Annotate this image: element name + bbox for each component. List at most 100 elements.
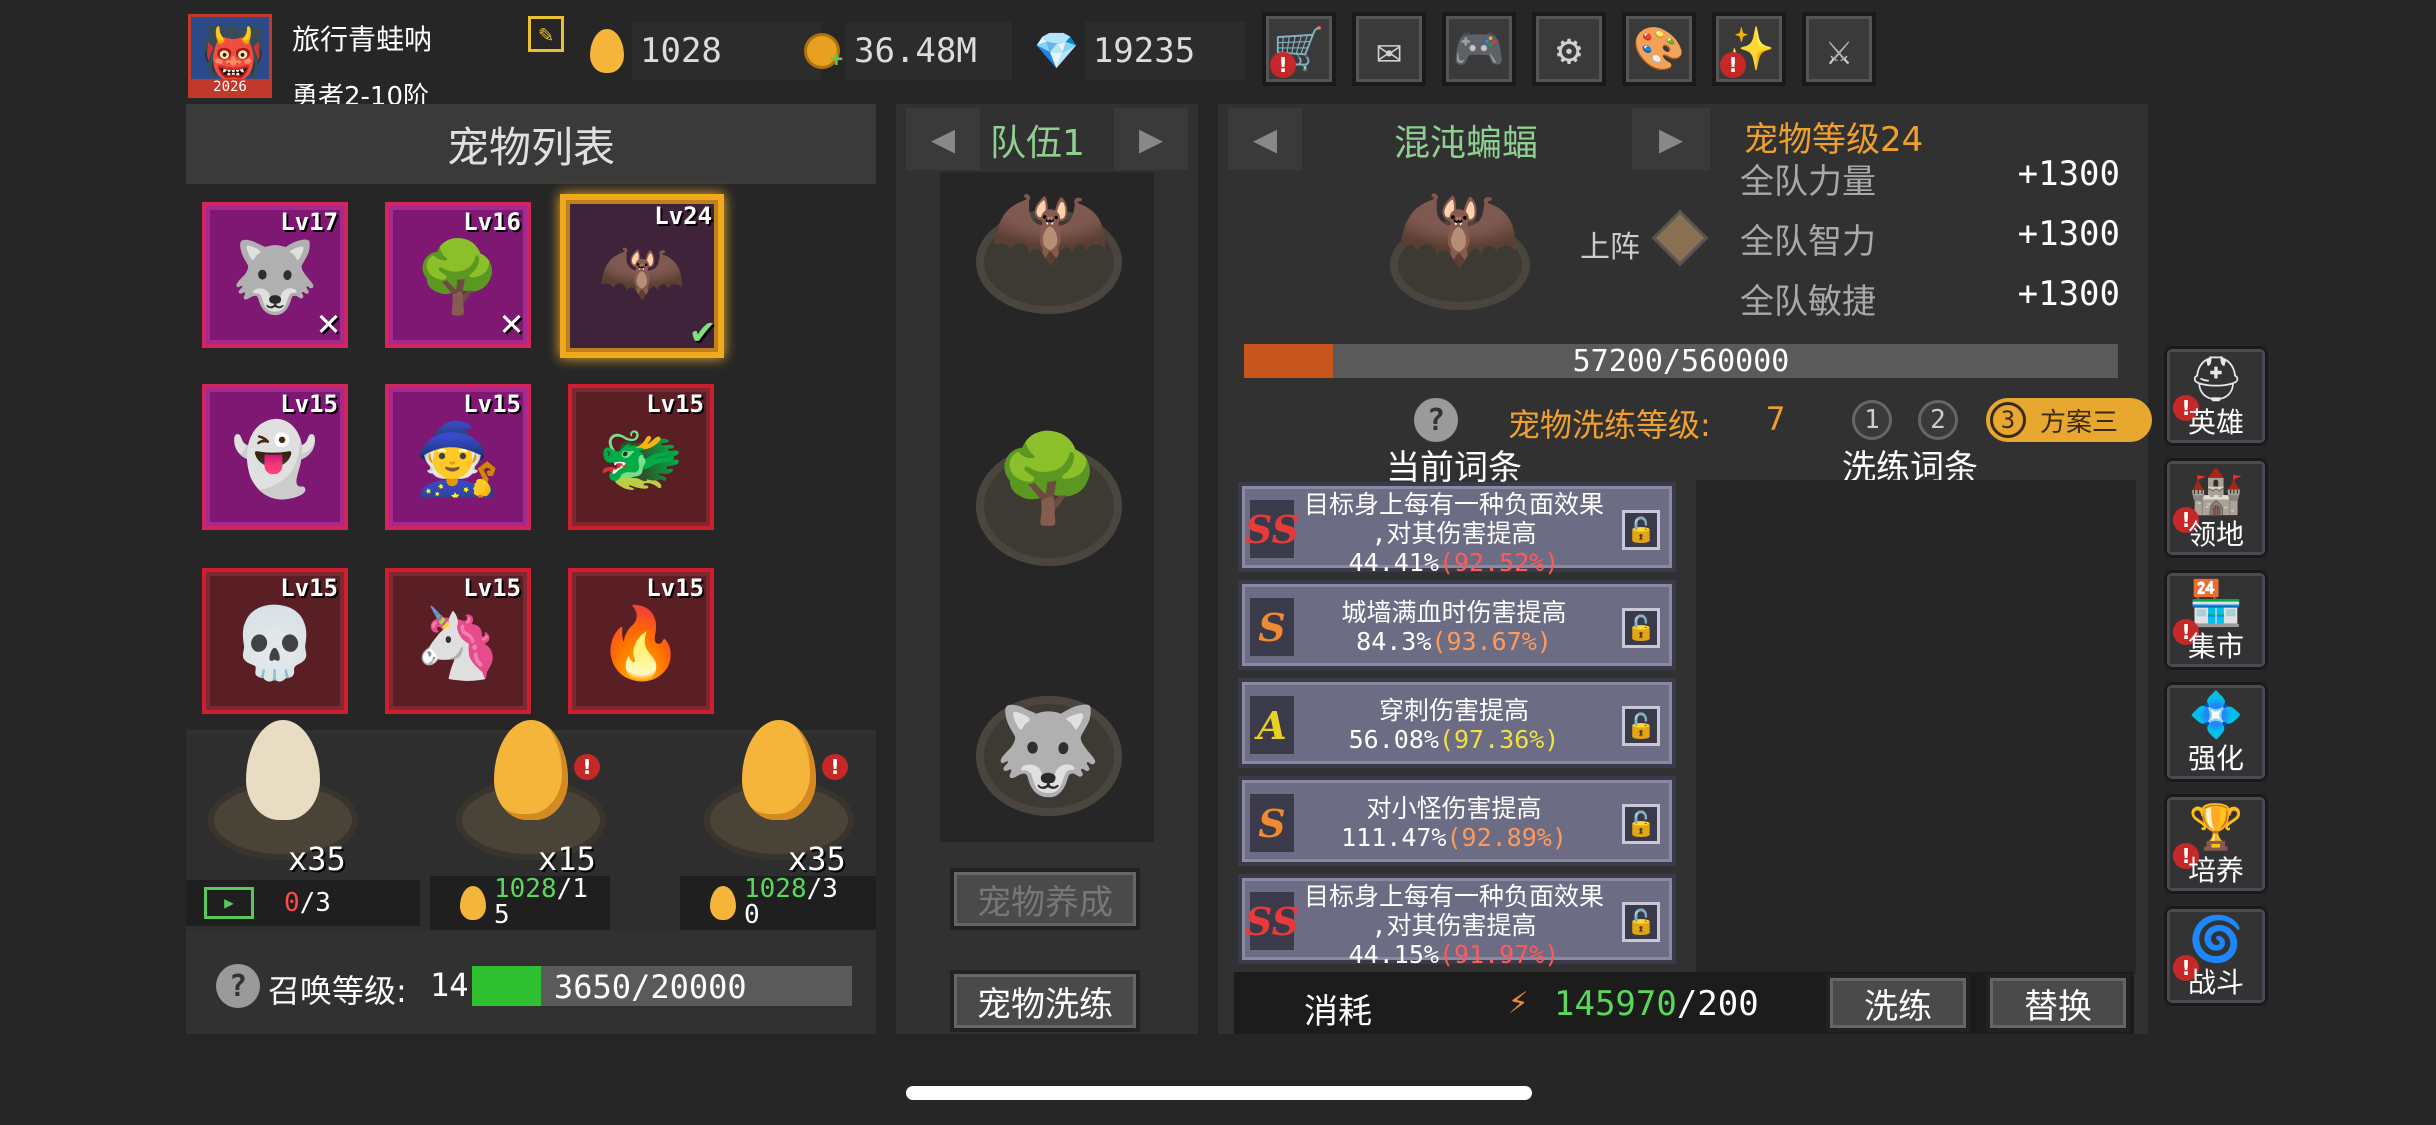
plan-3-button[interactable]: 3 方案三 xyxy=(1986,398,2152,442)
pet-card[interactable]: Lv15 🧙 xyxy=(385,384,531,530)
trait-percent: (93.67%) xyxy=(1431,627,1552,656)
trait-row: S 城墙满血时伤害提高 84.3%(93.67%) 🔓 xyxy=(1238,580,1676,670)
egg-summon-cost-2[interactable]: 1028/30 xyxy=(680,876,876,930)
ad-used: 0 xyxy=(284,888,300,918)
top-menu: 🛒! ✉ 🎮 ⚙ 🎨 ✨! ⚔ xyxy=(1262,12,1876,86)
pet-xp-text: 57200/560000 xyxy=(1572,344,1790,379)
unlock-icon[interactable]: 🔓 xyxy=(1622,902,1660,942)
pet-card[interactable]: Lv15 🔥 xyxy=(568,568,714,714)
stat-value: +1300 xyxy=(2017,274,2120,314)
pet-train-label: 宠物养成 xyxy=(977,882,1113,923)
pet-level: Lv24 xyxy=(654,202,712,230)
color-wheel-icon[interactable]: 🎨 xyxy=(1622,12,1696,86)
summon-help-icon[interactable]: ? xyxy=(216,964,260,1008)
gem-count: 19235 xyxy=(1084,22,1245,80)
gold-count: 36.48M xyxy=(846,22,1012,80)
home-indicator[interactable] xyxy=(906,1086,1532,1100)
refine-stone-icon: ⚡ xyxy=(1508,982,1529,1022)
summon-level-label: 召唤等级: xyxy=(268,972,407,1010)
golden-egg-icon xyxy=(742,720,816,820)
gargoyle-pet-icon: 🐲 xyxy=(597,418,685,500)
nav-enhance-button[interactable]: 💠 强化 xyxy=(2164,682,2268,782)
nav-hero-button[interactable]: ⛑! 英雄 xyxy=(2164,346,2268,446)
nav-cultivate-button[interactable]: 🏆! 培养 xyxy=(2164,794,2268,894)
pet-status-mark: ✔ xyxy=(691,308,714,352)
sword-icon[interactable]: ⚔ xyxy=(1802,12,1876,86)
gamepad-icon[interactable]: 🎮 xyxy=(1442,12,1516,86)
pet-card[interactable]: Lv15 💀 xyxy=(202,568,348,714)
team-label: 队伍1 xyxy=(990,123,1085,164)
refine-help-icon[interactable]: ? xyxy=(1414,398,1458,442)
replace-button[interactable]: 替换 xyxy=(1986,974,2130,1032)
plan-2-button[interactable]: 2 xyxy=(1918,400,1958,440)
fireworks-icon[interactable]: ✨! xyxy=(1712,12,1786,86)
stat-row: 全队力量 +1300 xyxy=(1740,154,2120,202)
team-prev-button[interactable]: ◀ xyxy=(906,108,980,170)
unlock-icon[interactable]: 🔓 xyxy=(1622,510,1660,550)
team-next-button[interactable]: ▶ xyxy=(1114,108,1188,170)
pet-level: Lv17 xyxy=(280,208,338,236)
trait-percent: (92.52%) xyxy=(1438,548,1560,577)
trait-desc-1: 目标身上每有一种负面效果 xyxy=(1303,490,1604,519)
pet-card[interactable]: Lv17 🐺 ✕ xyxy=(202,202,348,348)
ad-summon-cost[interactable]: ▶ 0/3 xyxy=(186,880,420,926)
nav-label: 强化 xyxy=(2187,742,2244,775)
cart-icon[interactable]: 🛒! xyxy=(1262,12,1336,86)
nav-battle-button[interactable]: 🌀! 战斗 xyxy=(2164,906,2268,1006)
summon-progress-text: 3650/20000 xyxy=(554,968,747,1006)
trait-grade-badge: S xyxy=(1250,794,1294,852)
trait-grade-badge: SS xyxy=(1245,892,1299,950)
unlock-icon[interactable]: 🔓 xyxy=(1622,804,1660,844)
trait-desc-1: 对小怪伤害提高 xyxy=(1366,794,1542,823)
pet-train-button[interactable]: 宠物养成 xyxy=(950,868,1140,930)
pet-card[interactable]: Lv15 🐲 xyxy=(568,384,714,530)
pet-next-button[interactable]: ▶ xyxy=(1632,108,1710,170)
egg-count: 1028 xyxy=(632,22,822,80)
unlock-icon[interactable]: 🔓 xyxy=(1622,706,1660,746)
nav-territory-button[interactable]: 🏰! 领地 xyxy=(2164,458,2268,558)
trait-value: 56.08% xyxy=(1348,725,1439,754)
bat-pet-icon: 🦇 xyxy=(598,230,686,312)
nav-label: 领地 xyxy=(2187,518,2244,551)
nav-label: 培养 xyxy=(2187,854,2244,887)
plan-1-button[interactable]: 1 xyxy=(1852,400,1892,440)
fire-spirit-pet-icon: 🔥 xyxy=(597,602,685,684)
pet-refine-tab-button[interactable]: 宠物洗练 xyxy=(950,970,1140,1032)
trait-grade-badge: S xyxy=(1250,598,1294,656)
trait-value: 44.15% xyxy=(1348,940,1439,969)
gold-coin-icon: + xyxy=(804,33,843,72)
avatar-year-badge: 2026 xyxy=(191,79,269,95)
pet-xp-bar: 57200/560000 xyxy=(1244,344,2118,379)
pet-card[interactable]: Lv15 👻 xyxy=(202,384,348,530)
pet-prev-button[interactable]: ◀ xyxy=(1228,108,1302,170)
egg-count: x35 xyxy=(288,840,346,878)
nav-label: 集市 xyxy=(2187,630,2244,663)
gear-icon[interactable]: ⚙ xyxy=(1532,12,1606,86)
mail-icon[interactable]: ✉ xyxy=(1352,12,1426,86)
trait-row: A 穿刺伤害提高 56.08%(97.36%) 🔓 xyxy=(1238,678,1676,768)
refine-button[interactable]: 洗练 xyxy=(1826,974,1970,1032)
trait-row: SS 目标身上每有一种负面效果 ,对其伤害提高 44.41%(92.52%) 🔓 xyxy=(1238,482,1676,577)
stat-value: +1300 xyxy=(2017,214,2120,254)
pet-card[interactable]: Lv16 🌳 ✕ xyxy=(385,202,531,348)
pet-card-selected[interactable]: Lv24 🦇 ✔ xyxy=(560,194,724,358)
player-avatar[interactable]: 👹 2026 xyxy=(188,14,272,98)
trait-percent: (97.36%) xyxy=(1438,725,1560,754)
edit-name-icon[interactable]: ✎ xyxy=(528,16,564,52)
egg-count: x35 xyxy=(788,840,846,878)
trait-desc-1: 城墙满血时伤害提高 xyxy=(1341,598,1567,627)
nav-label: 战斗 xyxy=(2187,966,2244,999)
pet-level: Lv15 xyxy=(463,390,521,418)
golden-egg-icon xyxy=(494,720,568,820)
witch-pet-icon: 🧙 xyxy=(414,418,502,500)
stat-label: 全队智力 xyxy=(1740,222,1876,262)
unlock-icon[interactable]: 🔓 xyxy=(1622,608,1660,648)
gold-resource: + 36.48M xyxy=(804,22,1012,80)
pet-card[interactable]: Lv15 🦄 xyxy=(385,568,531,714)
cost-need: /200 xyxy=(1676,984,1759,1024)
nav-market-button[interactable]: 🏪! 集市 xyxy=(2164,570,2268,670)
unicorn-pet-icon: 🦄 xyxy=(414,602,502,684)
egg-summon-cost[interactable]: 1028/15 xyxy=(430,876,610,930)
pet-name: 混沌蝙蝠 xyxy=(1394,123,1539,164)
pet-level: Lv16 xyxy=(463,208,521,236)
